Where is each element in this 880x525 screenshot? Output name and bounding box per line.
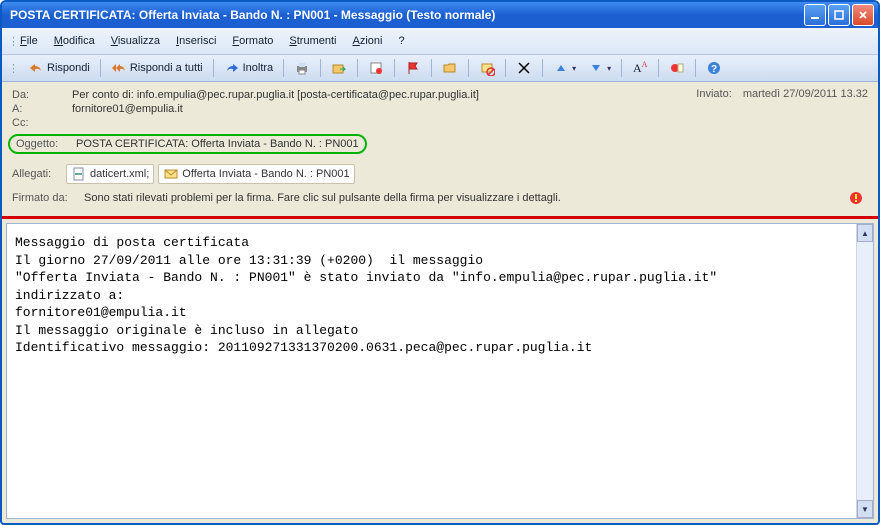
signature-warning-icon[interactable] [848,190,864,206]
help-icon: ? [706,60,722,76]
toolbar-separator [320,59,321,77]
toolbar-separator [100,59,101,77]
attachment-item[interactable]: daticert.xml; [66,164,154,184]
from-label: Da: [12,89,72,101]
delete-button[interactable] [511,57,537,79]
reply-all-icon [111,60,127,76]
toolbar-separator [431,59,432,77]
minimize-button[interactable] [804,4,826,26]
attachments-label: Allegati: [12,168,62,180]
message-body-pane: Messaggio di posta certificata Il giorno… [6,223,874,519]
menu-visualizza[interactable]: Visualizza [103,33,168,49]
delete-icon [516,60,532,76]
vertical-scrollbar[interactable]: ▲ ▼ [856,224,873,518]
reply-button[interactable]: Rispondi [23,57,95,79]
next-item-button[interactable]: ▾ [583,57,616,79]
toolbar-separator [283,59,284,77]
flag-button[interactable] [400,57,426,79]
menu-azioni[interactable]: Azioni [344,33,390,49]
signature-icon [669,60,685,76]
menu-file[interactable]: File [12,33,46,49]
maximize-button[interactable] [828,4,850,26]
reply-all-button[interactable]: Rispondi a tutti [106,57,208,79]
font-size-button[interactable]: AA [627,57,653,79]
reply-all-label: Rispondi a tutti [130,62,203,74]
subject-highlight: Oggetto: POSTA CERTIFICATA: Offerta Invi… [8,134,367,154]
subject-value: POSTA CERTIFICATA: Offerta Inviata - Ban… [76,138,359,150]
toolbar-separator [505,59,506,77]
attachment-item[interactable]: Offerta Inviata - Bando N. : PN001 [158,164,354,184]
to-label: A: [12,103,72,115]
signed-by-value: Sono stati rilevati problemi per la firm… [84,192,561,204]
menu-formato[interactable]: Formato [224,33,281,49]
sent-value: martedì 27/09/2011 13.32 [743,88,868,100]
rules-icon [368,60,384,76]
print-icon [294,60,310,76]
toolbar-separator [468,59,469,77]
folder-open-icon [442,60,458,76]
menu-modifica[interactable]: Modifica [46,33,103,49]
scroll-down-button[interactable]: ▼ [857,500,873,518]
reply-label: Rispondi [47,62,90,74]
mail-file-icon [163,166,179,182]
help-button[interactable]: ? [701,57,727,79]
open-folder-button[interactable] [437,57,463,79]
toolbar-separator [542,59,543,77]
toolbar-separator [357,59,358,77]
menu-strumenti[interactable]: Strumenti [281,33,344,49]
toolbar-separator [213,59,214,77]
attachment-name: daticert.xml; [90,168,149,180]
menu-help[interactable]: ? [390,33,412,49]
toolbar-separator [695,59,696,77]
scroll-up-button[interactable]: ▲ [857,224,873,242]
toolbar: ⋮ Rispondi Rispondi a tutti Inoltra ▾ [2,55,878,82]
junk-button[interactable] [474,57,500,79]
arrow-up-icon [553,60,569,76]
sent-label: Inviato: [696,88,731,100]
message-window: POSTA CERTIFICATA: Offerta Inviata - Ban… [0,0,880,525]
xml-file-icon [71,166,87,182]
svg-text:?: ? [711,64,717,75]
print-button[interactable] [289,57,315,79]
toolbar-separator [394,59,395,77]
to-value: fornitore01@empulia.it [72,103,868,115]
menubar: ⋮ File Modifica Visualizza Inserisci For… [2,28,878,55]
titlebar: POSTA CERTIFICATA: Offerta Inviata - Ban… [2,2,878,28]
attachment-name: Offerta Inviata - Bando N. : PN001 [182,168,349,180]
folder-move-icon [331,60,347,76]
window-title: POSTA CERTIFICATA: Offerta Inviata - Ban… [10,8,802,22]
prev-item-button[interactable]: ▾ [548,57,581,79]
move-folder-button[interactable] [326,57,352,79]
font-size-icon: AA [632,60,648,76]
toolbar-separator [621,59,622,77]
menu-inserisci[interactable]: Inserisci [168,33,224,49]
from-value: Per conto di: info.empulia@pec.rupar.pug… [72,89,696,101]
toolbar-separator [658,59,659,77]
message-body[interactable]: Messaggio di posta certificata Il giorno… [7,224,873,367]
rules-button[interactable] [363,57,389,79]
message-headers: Da: Per conto di: info.empulia@pec.rupar… [2,82,878,216]
subject-label: Oggetto: [16,138,76,150]
forward-label: Inoltra [243,62,274,74]
flag-icon [405,60,421,76]
cc-label: Cc: [12,117,72,129]
signature-alert-bar [2,216,878,219]
signed-by-label: Firmato da: [12,192,84,204]
reply-icon [28,60,44,76]
junk-icon [479,60,495,76]
arrow-down-icon [588,60,604,76]
forward-button[interactable]: Inoltra [219,57,279,79]
forward-icon [224,60,240,76]
close-button[interactable] [852,4,874,26]
signature-button[interactable] [664,57,690,79]
